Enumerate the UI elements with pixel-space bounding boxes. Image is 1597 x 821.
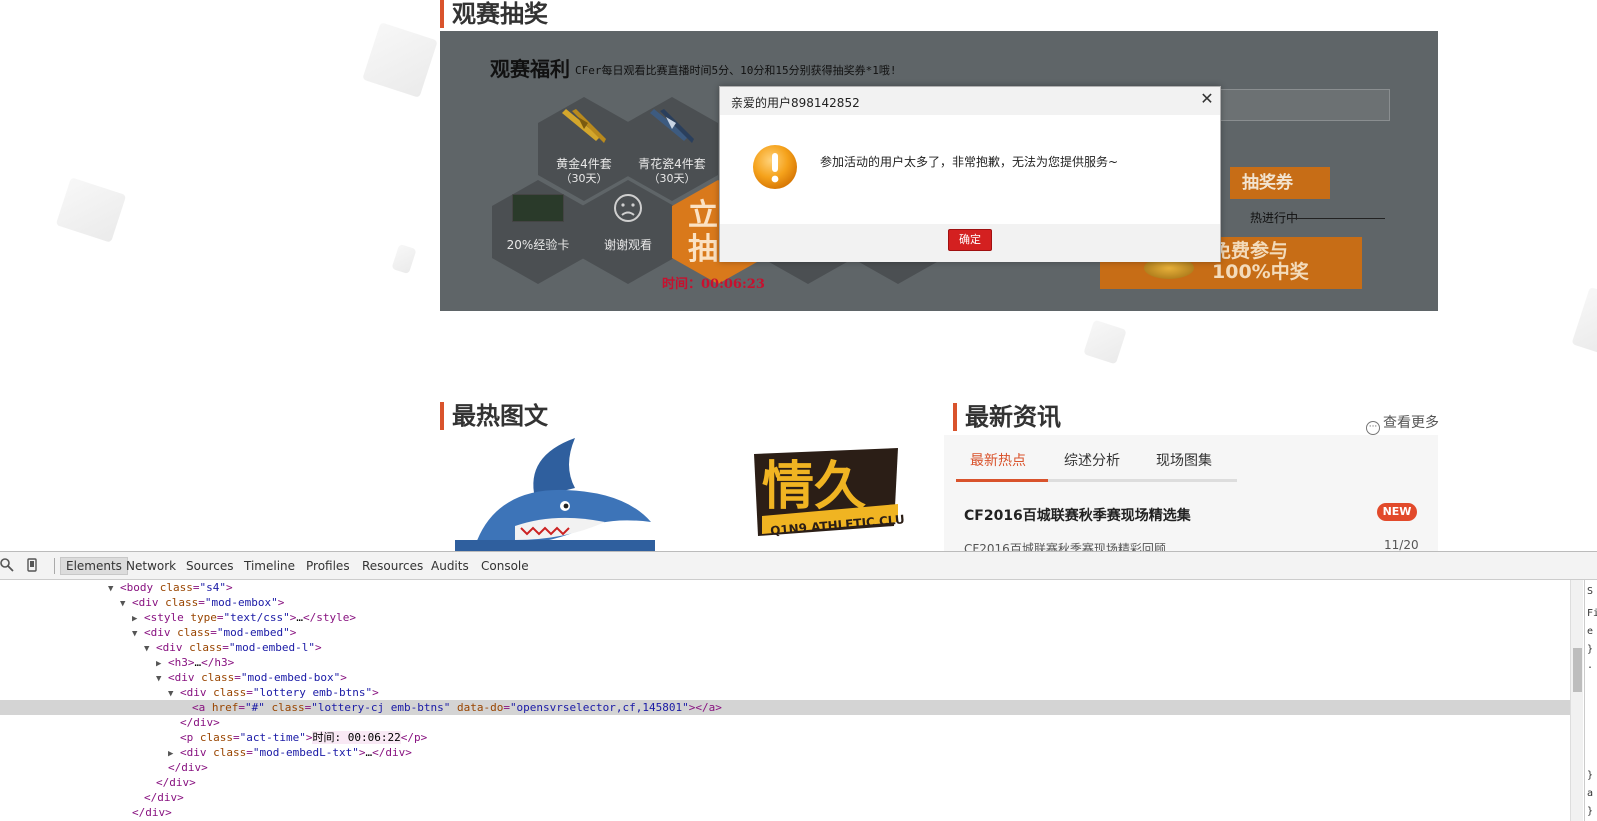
free-banner-line: 100%中奖 — [1212, 261, 1309, 283]
dialog-title-bar: 亲爱的用户898142852 ✕ — [720, 87, 1220, 115]
more-icon: ··· — [1366, 421, 1380, 435]
dom-node[interactable]: ▼ <div class="mod-embed-box"> — [0, 670, 1570, 685]
get-ticket-button[interactable]: 抽奖券 — [1230, 167, 1330, 199]
tab-active-underline — [956, 479, 1048, 482]
tab-timeline[interactable]: Timeline — [244, 559, 295, 573]
decor-cube — [1083, 319, 1127, 365]
free-banner-line: 免费参与 — [1212, 240, 1289, 262]
dialog-title: 亲爱的用户898142852 — [731, 96, 860, 110]
alert-dialog: 亲爱的用户898142852 ✕ 参加活动的用户太多了，非常抱歉，无法为您提供服… — [719, 86, 1221, 262]
dialog-footer: 确定 — [720, 224, 1220, 262]
prize-sublabel: （30天） — [648, 172, 696, 185]
news-panel: 最新热点 综述分析 现场图集 CF2016百城联赛秋季赛现场精选集 NEW CF… — [944, 435, 1438, 551]
decor-cube — [362, 22, 438, 98]
activity-timer: 时间：00:06:23 — [662, 277, 765, 292]
devtools-panel: Elements Network Sources Timeline Profil… — [0, 551, 1597, 821]
divider — [1290, 218, 1385, 219]
styles-pane: S Fi e } . } a } — [1584, 580, 1597, 821]
styles-pane-text: Fi — [1587, 608, 1597, 619]
news-item-date: 11/20 — [1384, 538, 1419, 551]
dom-node[interactable]: </div> — [0, 715, 1570, 730]
dom-node[interactable]: ▼ <div class="mod-embox"> — [0, 595, 1570, 610]
dom-scrollbar[interactable] — [1570, 580, 1583, 821]
dom-node[interactable]: ▼ <div class="lottery emb-btns"> — [0, 685, 1570, 700]
prize-label: 20%经验卡 — [506, 238, 570, 252]
styles-pane-text: } — [1587, 644, 1594, 655]
decor-cube — [391, 243, 417, 275]
decor-cube — [55, 177, 127, 243]
tab-review-analysis[interactable]: 综述分析 — [1064, 450, 1120, 470]
draw-char-2: 抽 — [688, 232, 718, 267]
device-mode-icon[interactable] — [25, 558, 39, 572]
tab-console[interactable]: Console — [481, 559, 529, 573]
dom-node-body[interactable]: ▼ <body class="s4"> — [0, 580, 1570, 595]
dom-node[interactable]: </div> — [0, 805, 1570, 820]
styles-pane-text: } — [1587, 770, 1594, 781]
tab-resources[interactable]: Resources — [362, 559, 423, 573]
dom-node[interactable]: ▶ <h3>…</h3> — [0, 655, 1570, 670]
shark-team-logo[interactable] — [455, 436, 665, 551]
tab-elements[interactable]: Elements — [60, 557, 128, 575]
prize-sublabel: （30天） — [560, 172, 608, 185]
dialog-message: 参加活动的用户太多了，非常抱歉，无法为您提供服务~ — [820, 155, 1119, 169]
new-badge: NEW — [1377, 503, 1417, 521]
porcelain-weapon-icon — [650, 109, 694, 143]
web-page: 观赛抽奖 观赛福利 CFer每日观看比赛直播时间5分、10分和15分别获得抽奖券… — [0, 0, 1597, 551]
gold-weapon-icon — [562, 109, 606, 143]
view-more-label: 查看更多 — [1383, 415, 1439, 431]
styles-pane-text: a — [1587, 788, 1594, 799]
ok-button[interactable]: 确定 — [948, 229, 992, 251]
prize-hex-gold: 黄金4件套 （30天） — [538, 97, 630, 201]
dom-node[interactable]: ▶ <div class="mod-embedL-txt">…</div> — [0, 745, 1570, 760]
dom-node[interactable]: </div> — [0, 775, 1570, 790]
prize-label: 谢谢观看 — [603, 238, 652, 252]
club-team-logo[interactable]: 情久 Q1N9 ATHLETIC CLUB — [748, 446, 904, 542]
decor-cube — [1571, 286, 1597, 354]
free-banner-text: 免费参与 100%中奖 — [1212, 241, 1309, 283]
news-headline-link[interactable]: CF2016百城联赛秋季赛现场精选集 — [964, 505, 1191, 525]
prize-hex-thanks: 谢谢观看 — [582, 180, 674, 284]
view-more-link[interactable]: ··· 查看更多 — [1366, 412, 1439, 435]
tab-latest-hot[interactable]: 最新热点 — [970, 450, 1026, 470]
dom-tree: ▼ <body class="s4"> ▼ <div class="mod-embo… — [0, 580, 1570, 821]
news-section-title: 最新资讯 — [953, 403, 1061, 431]
devtools-toolbar: Elements Network Sources Timeline Profil… — [0, 552, 1597, 580]
news-item-link[interactable]: CF2016百城联赛秋季赛现场精彩回顾 — [964, 540, 1166, 551]
warning-icon — [753, 145, 797, 189]
exp-card-icon — [512, 194, 564, 222]
dom-node[interactable]: ▶ <style type="text/css">…</style> — [0, 610, 1570, 625]
inspect-search-icon[interactable] — [0, 558, 14, 572]
sad-face-icon — [614, 194, 642, 222]
screen: 观赛抽奖 观赛福利 CFer每日观看比赛直播时间5分、10分和15分别获得抽奖券… — [0, 0, 1597, 821]
welfare-title: 观赛福利 — [490, 57, 570, 81]
tab-photo-gallery[interactable]: 现场图集 — [1156, 450, 1212, 470]
welfare-description: CFer每日观看比赛直播时间5分、10分和15分别获得抽奖券*1哦! — [575, 64, 897, 77]
close-icon[interactable]: ✕ — [1198, 90, 1216, 108]
dom-node[interactable]: </div> — [0, 790, 1570, 805]
dom-node[interactable]: ▼ <div class="mod-embed"> — [0, 625, 1570, 640]
toolbar-divider — [54, 558, 55, 574]
tab-profiles[interactable]: Profiles — [306, 559, 350, 573]
tab-audits[interactable]: Audits — [431, 559, 469, 573]
dom-node[interactable]: ▼ <div class="mod-embed-l"> — [0, 640, 1570, 655]
hot-section-title: 最热图文 — [440, 402, 548, 430]
prize-hex-porcelain: 青花瓷4件套 （30天） — [626, 97, 718, 201]
account-input-field[interactable] — [1200, 89, 1390, 121]
scroll-thumb[interactable] — [1573, 648, 1582, 692]
prize-hex-exp-card: 20%经验卡 — [492, 180, 584, 284]
lottery-section-title: 观赛抽奖 — [440, 0, 548, 28]
styles-pane-text: e — [1587, 626, 1594, 637]
tab-network[interactable]: Network — [126, 559, 176, 573]
dom-node-selected[interactable]: <a href="#" class="lottery-cj emb-btns" … — [0, 700, 1570, 715]
dom-node[interactable]: <p class="act-time">时间: 00:06:22</p> — [0, 730, 1570, 745]
styles-pane-text: . — [1587, 660, 1594, 671]
dom-node[interactable]: </div> — [0, 760, 1570, 775]
svg-text:情久: 情久 — [762, 457, 866, 517]
styles-pane-text: } — [1587, 806, 1594, 817]
styles-pane-text: S — [1587, 586, 1594, 597]
tab-sources[interactable]: Sources — [186, 559, 233, 573]
